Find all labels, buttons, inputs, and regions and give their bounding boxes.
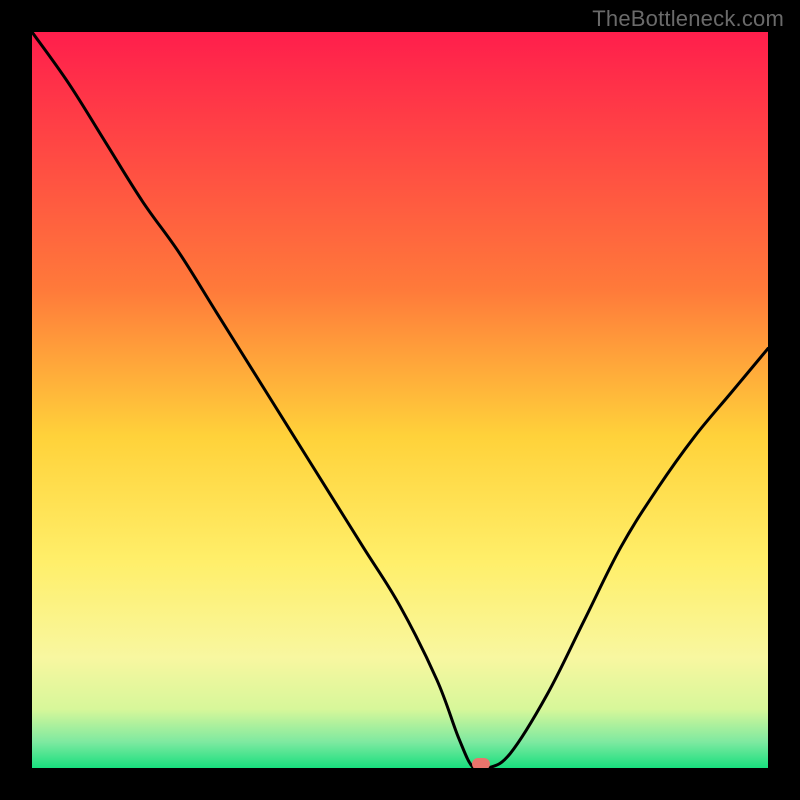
optimal-marker: [472, 758, 490, 768]
chart-frame: TheBottleneck.com: [0, 0, 800, 800]
watermark-text: TheBottleneck.com: [592, 6, 784, 32]
bottleneck-curve: [32, 32, 768, 768]
plot-area: [32, 32, 768, 768]
